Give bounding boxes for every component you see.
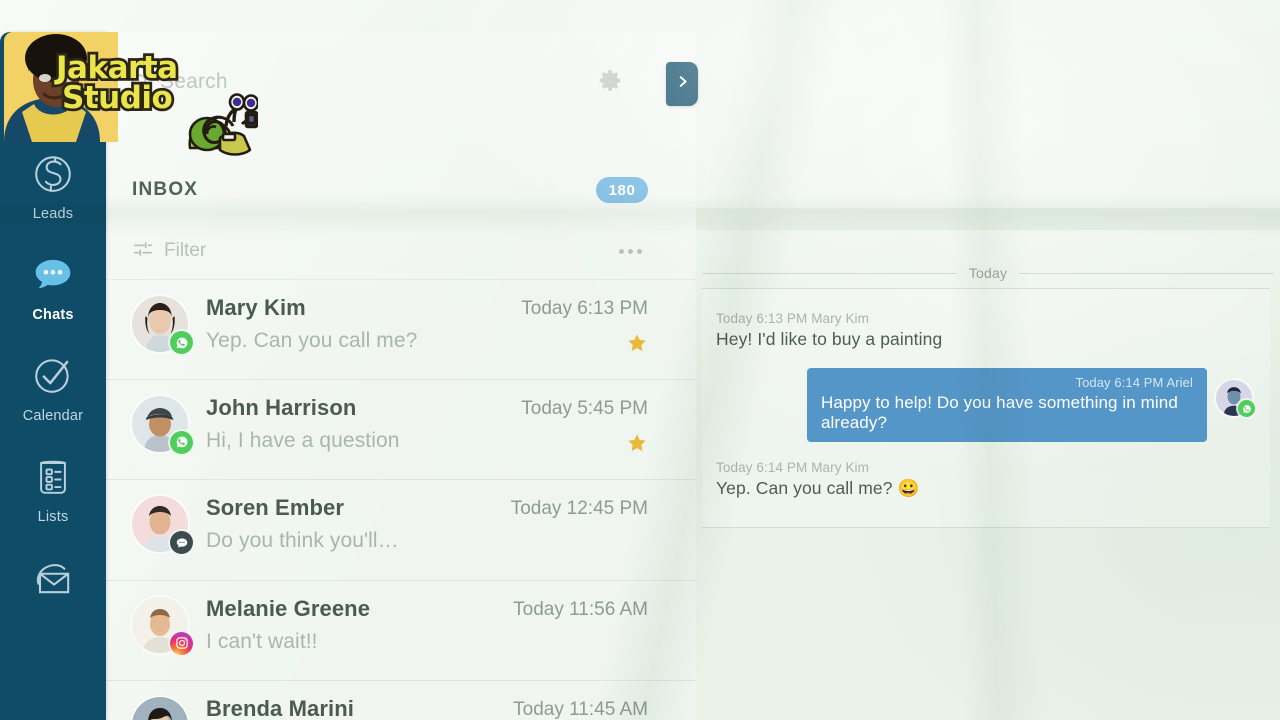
ellipsis-icon[interactable] bbox=[613, 243, 648, 260]
message-preview: Do you think you'll… bbox=[206, 529, 399, 552]
page-title: INBOX bbox=[132, 179, 199, 200]
search-row: Search bbox=[106, 32, 696, 132]
chat-bubble-icon bbox=[27, 248, 79, 300]
timestamp: Today 11:56 AM bbox=[513, 598, 648, 620]
message-incoming: Today 6:14 PM Mary Kim Yep. Can you call… bbox=[716, 460, 1252, 499]
timestamp: Today 11:45 AM bbox=[513, 699, 648, 720]
contact-name: Soren Ember bbox=[206, 495, 345, 520]
sidebar-item-label: Calendar bbox=[22, 408, 84, 424]
sidebar-item-label: Leads bbox=[32, 206, 74, 222]
contact-name: Brenda Marini bbox=[206, 696, 354, 720]
search-placeholder: Search bbox=[160, 70, 228, 93]
timestamp: Today 6:13 PM bbox=[521, 298, 648, 319]
message-thread: Today 6:13 PM Mary Kim Hey! I'd like to … bbox=[702, 288, 1270, 528]
chat-list: Mary Kim Yep. Can you call me? Today 6:1… bbox=[106, 279, 696, 720]
avatar bbox=[1216, 380, 1255, 417]
contact-name: John Harrison bbox=[206, 394, 357, 420]
message-incoming: Today 6:13 PM Mary Kim Hey! I'd like to … bbox=[716, 311, 1252, 350]
message-preview: I can't wait!! bbox=[206, 629, 318, 653]
timestamp: Today 5:45 PM bbox=[521, 397, 648, 419]
message-outgoing: Today 6:14 PM Ariel Happy to help! Do yo… bbox=[716, 368, 1255, 442]
star-icon[interactable] bbox=[626, 332, 648, 354]
tune-icon bbox=[132, 238, 154, 265]
list-item[interactable]: Mary Kim Yep. Can you call me? Today 6:1… bbox=[106, 279, 696, 380]
sidebar-item-mail[interactable] bbox=[0, 537, 106, 638]
expand-panel-button[interactable] bbox=[666, 62, 698, 106]
search-input[interactable]: Search bbox=[130, 70, 228, 94]
message-text: Happy to help! Do you have something in … bbox=[821, 393, 1178, 432]
message-meta: Today 6:14 PM Ariel bbox=[1075, 375, 1193, 390]
avatar bbox=[132, 697, 188, 720]
avatar bbox=[132, 395, 193, 454]
app-window: Dashboard Leads Chats Calendar Lists Sea… bbox=[0, 0, 1280, 720]
status-badge: 180 bbox=[596, 177, 648, 203]
list-item[interactable]: Brenda Marini Hey again ;P Today 11:45 A… bbox=[106, 681, 696, 720]
list-item[interactable]: John Harrison Hi, I have a question Toda… bbox=[106, 380, 696, 480]
message-text: Yep. Can you call me? 😀 bbox=[716, 478, 920, 498]
inbox-header: INBOX 180 bbox=[106, 158, 696, 222]
message-bubble: Today 6:14 PM Ariel Happy to help! Do yo… bbox=[807, 368, 1207, 442]
instagram-icon bbox=[170, 631, 193, 655]
day-label: Today bbox=[956, 265, 1020, 281]
sidebar-item-dashboard[interactable]: Dashboard bbox=[0, 32, 106, 133]
search-icon bbox=[130, 72, 151, 93]
avatar bbox=[132, 296, 193, 354]
filter-label: Filter bbox=[164, 240, 207, 261]
dollar-sign-icon bbox=[27, 147, 79, 199]
sidebar-item-calendar[interactable]: Calendar bbox=[0, 335, 106, 436]
message-preview: Yep. Can you call me? bbox=[206, 329, 418, 352]
timestamp: Today 12:45 PM bbox=[510, 498, 648, 519]
message-meta: Today 6:13 PM Mary Kim bbox=[716, 311, 870, 326]
chat-list-panel: Search INBOX 180 Filter Mary Kim Yep. Ca… bbox=[106, 32, 696, 720]
avatar bbox=[132, 496, 193, 554]
whatsapp-icon bbox=[170, 430, 193, 454]
chevron-right-icon bbox=[675, 74, 690, 94]
sidebar: Dashboard Leads Chats Calendar Lists bbox=[0, 32, 106, 720]
message-preview: Hi, I have a question bbox=[206, 428, 400, 452]
whatsapp-icon bbox=[170, 331, 193, 354]
whatsapp-icon bbox=[1238, 400, 1255, 417]
contact-name: Melanie Greene bbox=[206, 595, 371, 621]
conversation-toolbar-band bbox=[696, 208, 1280, 230]
contact-name: Mary Kim bbox=[206, 295, 306, 320]
conversation-panel: Today Today 6:13 PM Mary Kim Hey! I'd li… bbox=[696, 0, 1280, 720]
message-text: Hey! I'd like to buy a painting bbox=[716, 329, 943, 349]
avatar bbox=[132, 596, 193, 655]
gear-icon[interactable] bbox=[596, 68, 624, 96]
sms-icon bbox=[170, 531, 193, 554]
sidebar-item-label: Dashboard bbox=[16, 105, 90, 121]
filter-row: Filter bbox=[106, 228, 696, 274]
sidebar-item-lists[interactable]: Lists bbox=[0, 436, 106, 537]
check-circle-icon bbox=[27, 349, 79, 401]
list-item[interactable]: Soren Ember Do you think you'll… Today 1… bbox=[106, 480, 696, 581]
speedometer-icon bbox=[27, 46, 79, 98]
envelope-icon bbox=[27, 551, 79, 603]
sidebar-item-leads[interactable]: Leads bbox=[0, 133, 106, 234]
sidebar-item-chats[interactable]: Chats bbox=[0, 234, 106, 335]
list-item[interactable]: Melanie Greene I can't wait!! Today 11:5… bbox=[106, 581, 696, 681]
sidebar-item-label: Lists bbox=[37, 509, 69, 525]
clipboard-list-icon bbox=[27, 450, 79, 502]
star-icon[interactable] bbox=[626, 432, 648, 454]
filter-button[interactable]: Filter bbox=[132, 238, 206, 265]
sidebar-item-label: Chats bbox=[32, 307, 74, 323]
message-meta: Today 6:14 PM Mary Kim bbox=[716, 460, 870, 475]
day-divider: Today bbox=[702, 265, 1274, 281]
